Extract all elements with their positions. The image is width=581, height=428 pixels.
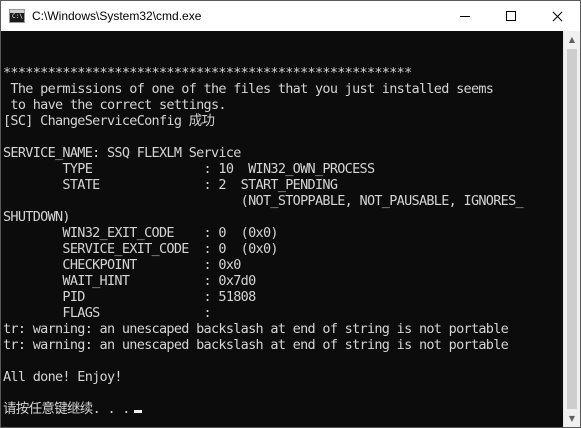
close-button[interactable]	[534, 1, 580, 31]
console-prompt-line: 请按任意键继续. . .	[3, 401, 130, 417]
console-output-area[interactable]: ****************************************…	[1, 31, 563, 427]
minimize-button[interactable]	[442, 1, 488, 31]
console-line: STATE : 2 START_PENDING	[3, 177, 338, 193]
cmd-window: C:\Windows\System32\cmd.exe ************…	[0, 0, 581, 428]
console-line: to have the correct settings.	[3, 97, 226, 113]
console-line: WAIT_HINT : 0x7d0	[3, 273, 256, 289]
console-line: CHECKPOINT : 0x0	[3, 257, 241, 273]
vertical-scrollbar[interactable]: ▲ ▼	[563, 31, 580, 427]
console-text: ****************************************…	[3, 33, 524, 417]
scroll-thumb[interactable]	[567, 49, 577, 409]
cmd-app-icon[interactable]	[9, 9, 25, 23]
minimize-icon	[460, 16, 470, 17]
console-line: SERVICE_EXIT_CODE : 0 (0x0)	[3, 241, 278, 257]
console-line: All done! Enjoy!	[3, 369, 123, 385]
console-line: [SC] ChangeServiceConfig 成功	[3, 113, 215, 129]
title-bar[interactable]: C:\Windows\System32\cmd.exe	[1, 1, 580, 31]
console-line: SHUTDOWN)	[3, 209, 71, 225]
scroll-down-arrow-icon[interactable]: ▼	[564, 410, 580, 427]
console-line: tr: warning: an unescaped backslash at e…	[3, 337, 509, 353]
maximize-button[interactable]	[488, 1, 534, 31]
console-separator-line: ****************************************…	[3, 65, 412, 81]
maximize-icon	[506, 11, 516, 21]
console-line: PID : 51808	[3, 289, 256, 305]
console-line: TYPE : 10 WIN32_OWN_PROCESS	[3, 161, 375, 177]
console-line: WIN32_EXIT_CODE : 0 (0x0)	[3, 225, 278, 241]
console-line: tr: warning: an unescaped backslash at e…	[3, 321, 509, 337]
text-cursor	[133, 410, 142, 413]
console-line: SERVICE_NAME: SSQ FLEXLM Service	[3, 145, 241, 161]
console-line: (NOT_STOPPABLE, NOT_PAUSABLE, IGNORES_	[3, 193, 524, 209]
window-title: C:\Windows\System32\cmd.exe	[32, 9, 202, 23]
scroll-up-arrow-icon[interactable]: ▲	[564, 31, 580, 48]
console-line: FLAGS :	[3, 305, 211, 321]
console-line: The permissions of one of the files that…	[3, 81, 494, 97]
